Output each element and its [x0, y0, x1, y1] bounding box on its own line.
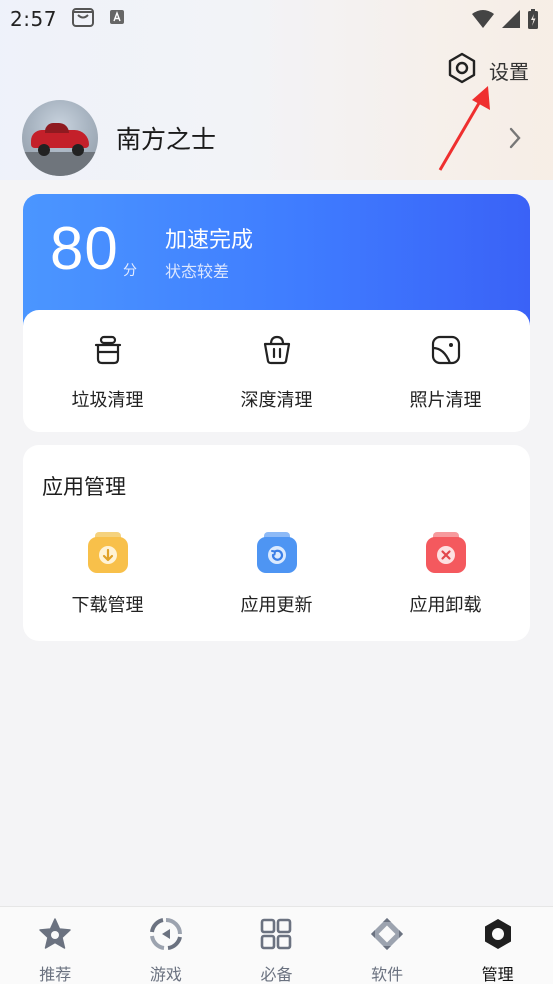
status-time: 2:57 [10, 7, 57, 31]
profile-name: 南方之士 [116, 125, 217, 154]
cleanup-tools: 垃圾清理 深度清理 照片清理 [23, 310, 530, 432]
manage-icon [481, 917, 515, 955]
nav-manage[interactable]: 管理 [453, 917, 543, 984]
profile-row[interactable]: 南方之士 [22, 100, 532, 176]
status-bar: 2:57 [0, 0, 553, 38]
wifi-icon [471, 9, 495, 33]
nav-label: 管理 [481, 965, 514, 984]
app-management-card: 应用管理 下载管理 应用更新 应用卸载 [23, 445, 530, 641]
signal-icon [501, 9, 521, 33]
basket-icon [261, 334, 293, 370]
download-manager-item[interactable]: 下载管理 [33, 531, 183, 617]
score-title: 加速完成 [165, 228, 254, 253]
nav-software[interactable]: 软件 [342, 917, 432, 984]
uninstall-icon [424, 531, 468, 575]
nav-essentials[interactable]: 必备 [231, 917, 321, 984]
nav-label: 游戏 [149, 965, 182, 984]
trash-bin-icon [92, 334, 124, 370]
app-management-title: 应用管理 [42, 475, 126, 499]
nav-label: 推荐 [39, 965, 72, 984]
score-card: 80 分 加速完成 状态较差 垃圾清理 深度清理 照片清理 [23, 194, 530, 432]
tool-label: 垃圾清理 [71, 390, 144, 411]
status-indicators [471, 8, 539, 34]
tool-label: 深度清理 [240, 390, 313, 411]
score-value: 80 [50, 215, 119, 282]
game-icon [149, 917, 183, 955]
font-icon [109, 9, 125, 29]
tool-deep-clean[interactable]: 深度清理 [202, 334, 352, 412]
nav-label: 软件 [371, 965, 404, 984]
grid-icon [259, 917, 293, 955]
star-icon [38, 917, 72, 955]
diamond-icon [370, 917, 404, 955]
tool-photo-clean[interactable]: 照片清理 [371, 334, 521, 412]
update-icon [255, 531, 299, 575]
app-label: 下载管理 [71, 595, 144, 616]
app-uninstall-item[interactable]: 应用卸载 [371, 531, 521, 617]
score-subtitle: 状态较差 [165, 262, 230, 281]
shopping-bag-icon [71, 6, 95, 32]
battery-icon [527, 8, 539, 34]
bottom-nav: 推荐 游戏 必备 软件 管理 [0, 906, 553, 984]
app-label: 应用更新 [240, 595, 313, 616]
nav-label: 必备 [260, 965, 293, 984]
nav-recommend[interactable]: 推荐 [10, 917, 100, 984]
tool-junk-clean[interactable]: 垃圾清理 [33, 334, 183, 412]
app-label: 应用卸载 [409, 595, 482, 616]
tool-label: 照片清理 [409, 390, 482, 411]
avatar [22, 100, 98, 176]
download-icon [86, 531, 130, 575]
app-management-items: 下载管理 应用更新 应用卸载 [23, 531, 530, 617]
photo-icon [430, 334, 462, 370]
score-unit: 分 [123, 263, 137, 279]
chevron-right-icon [508, 126, 522, 154]
app-update-item[interactable]: 应用更新 [202, 531, 352, 617]
nav-games[interactable]: 游戏 [121, 917, 211, 984]
